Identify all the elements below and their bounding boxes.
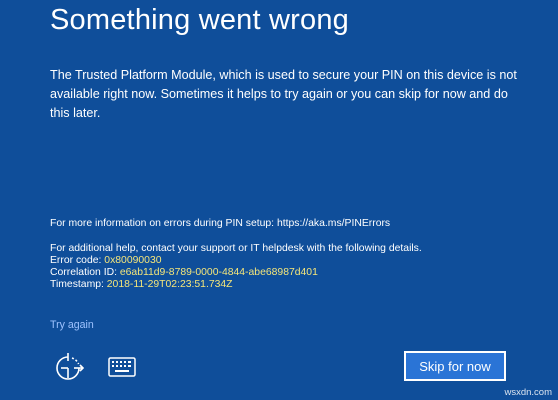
correlation-id-label: Correlation ID: (50, 267, 120, 278)
error-details: For additional help, contact your suppor… (50, 243, 422, 291)
timestamp-label: Timestamp: (50, 279, 107, 290)
correlation-id-value: e6ab11d9-8789-0000-4844-abe68987d401 (119, 267, 318, 278)
timestamp-row: Timestamp: 2018-11-29T02:23:51.734Z (50, 279, 422, 291)
error-screen: Something went wrong The Trusted Platfor… (0, 0, 558, 400)
pin-errors-info: For more information on errors during PI… (50, 218, 391, 229)
timestamp-value: 2018-11-29T02:23:51.734Z (106, 279, 233, 290)
ease-of-access-icon[interactable] (52, 353, 85, 383)
error-code-value: 0x80090030 (104, 255, 162, 266)
skip-for-now-button[interactable]: Skip for now (404, 351, 506, 381)
try-again-link[interactable]: Try again (50, 319, 94, 331)
page-title: Something went wrong (50, 4, 349, 36)
error-message: The Trusted Platform Module, which is us… (50, 68, 517, 120)
error-code-label: Error code: (50, 255, 105, 266)
help-text: For additional help, contact your suppor… (50, 243, 422, 254)
error-code-row: Error code: 0x80090030 (50, 255, 422, 267)
watermark: wsxdn.com (504, 387, 552, 398)
skip-for-now-label: Skip for now (419, 358, 491, 374)
correlation-id-row: Correlation ID: e6ab11d9-8789-0000-4844-… (50, 267, 422, 279)
keyboard-icon[interactable] (108, 357, 136, 377)
